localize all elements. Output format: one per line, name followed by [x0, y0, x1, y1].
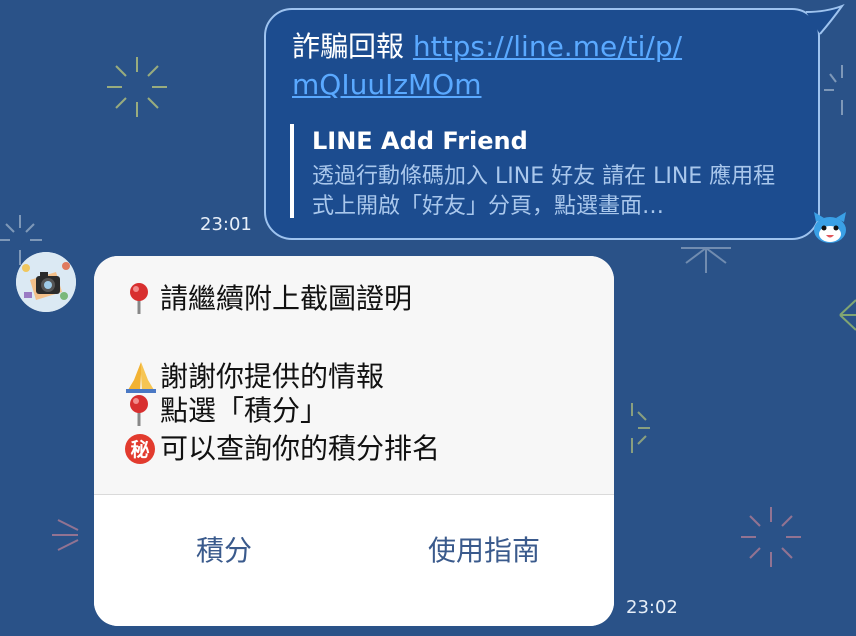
praying-hands-icon — [124, 360, 160, 394]
firework-decoration — [102, 52, 172, 122]
card-text-line-3: 點選「積分」 — [160, 394, 329, 427]
firework-decoration — [612, 398, 652, 458]
message-link-part1[interactable]: https://line.me/ti/p/ — [413, 30, 682, 63]
message-prefix: 詐騙回報 — [292, 30, 413, 63]
card-actions: 積分 使用指南 — [94, 495, 614, 626]
pin-icon — [124, 282, 160, 316]
link-preview[interactable]: LINE Add Friend 透過行動條碼加入 LINE 好友 請在 LINE… — [290, 124, 790, 219]
mascot-face-icon — [812, 212, 848, 248]
firework-decoration — [736, 502, 806, 572]
card-body: 請繼續附上截圖證明 謝謝你提供的情報 點選「積分」 秘 可以查詢你的積分排名 — [94, 256, 614, 494]
card-line-2: 謝謝你提供的情報 — [124, 360, 384, 394]
incoming-timestamp: 23:02 — [626, 597, 678, 618]
outgoing-message-text: 詐騙回報 https://line.me/ti/p/ mQIuuIzMOm — [292, 28, 712, 104]
card-text-line-4: 可以查詢你的積分排名 — [160, 432, 441, 465]
card-text-line-2: 謝謝你提供的情報 — [160, 360, 385, 393]
firework-decoration — [836, 290, 856, 340]
card-text-line-1: 請繼續附上截圖證明 — [160, 282, 413, 315]
user-guide-button[interactable]: 使用指南 — [394, 529, 574, 569]
firework-decoration — [48, 500, 98, 570]
bubble-tail — [806, 4, 845, 35]
card-line-1: 請繼續附上截圖證明 — [124, 282, 412, 316]
firework-decoration — [822, 60, 856, 120]
pin-icon — [124, 394, 160, 428]
avatar[interactable] — [16, 252, 76, 312]
secret-badge-icon: 秘 — [124, 432, 160, 466]
outgoing-message-bubble[interactable]: 詐騙回報 https://line.me/ti/p/ mQIuuIzMOm LI… — [264, 8, 820, 240]
outgoing-timestamp: 23:01 — [200, 214, 252, 235]
link-preview-title: LINE Add Friend — [312, 127, 528, 155]
card-line-4: 秘 可以查詢你的積分排名 — [124, 432, 440, 466]
message-link-part2[interactable]: mQIuuIzMOm — [292, 68, 482, 101]
incoming-message-card: 請繼續附上截圖證明 謝謝你提供的情報 點選「積分」 秘 可以查詢你的積分排名 積… — [94, 256, 614, 626]
points-button[interactable]: 積分 — [164, 529, 284, 569]
secret-badge-text: 秘 — [130, 438, 149, 461]
link-preview-description: 透過行動條碼加入 LINE 好友 請在 LINE 應用程式上開啟「好友」分頁，點… — [312, 164, 776, 219]
card-line-3: 點選「積分」 — [124, 394, 328, 428]
